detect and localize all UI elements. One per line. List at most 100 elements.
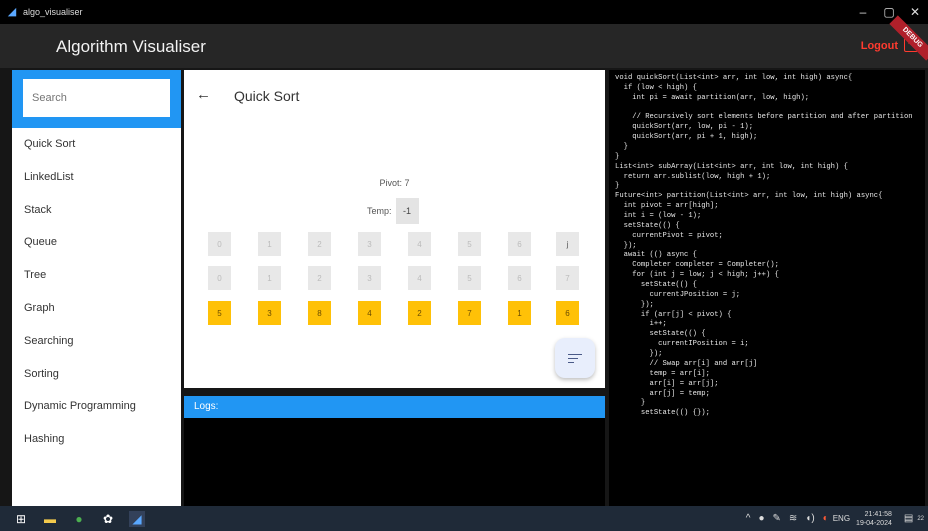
notification-icon[interactable]: ▤ — [904, 513, 913, 524]
sidebar: Quick Sort LinkedList Stack Queue Tree G… — [12, 70, 181, 506]
notification-count: 22 — [917, 515, 924, 522]
close-button[interactable]: ✕ — [900, 0, 928, 24]
index-cell: 7 — [556, 266, 579, 290]
code-line: int i = (low - 1); — [615, 212, 702, 221]
volume-icon[interactable]: ◖) — [805, 513, 814, 524]
sidebar-item-sorting[interactable]: Sorting — [12, 358, 181, 391]
sort-lines-icon — [568, 353, 582, 363]
chrome-icon[interactable]: ● — [71, 511, 87, 527]
window-title: algo_visualiser — [23, 7, 83, 17]
sidebar-item-graph[interactable]: Graph — [12, 292, 181, 325]
array-value-cell: 2 — [408, 301, 431, 325]
back-arrow-icon[interactable]: ← — [196, 86, 211, 103]
app-title: Algorithm Visualiser — [56, 37, 206, 56]
sidebar-item-linkedlist[interactable]: LinkedList — [12, 161, 181, 194]
wifi-icon[interactable]: ≋ — [789, 513, 797, 524]
clock-time: 21:41:58 — [864, 510, 892, 518]
j-pointer-cell: j — [556, 232, 579, 256]
code-line: arr[i] = arr[j]; — [615, 379, 719, 388]
code-line: setState(() {}); — [615, 409, 710, 418]
code-line: quickSort(arr, low, pi - 1); — [615, 123, 754, 132]
search-container — [12, 70, 181, 128]
code-line: }); — [615, 350, 663, 359]
windows-taskbar: ⊞ ▬ ● ✿ ◢ ^ ● ✎ ≋ ◖) ◐ ENG 21:41:58 19-0… — [0, 506, 928, 531]
code-line: temp = arr[i]; — [615, 369, 710, 378]
windows-start-icon[interactable]: ⊞ — [13, 511, 29, 527]
sort-menu-button[interactable] — [555, 338, 595, 378]
window-titlebar: ◢ algo_visualiser – ▢ ✕ — [0, 0, 928, 24]
sidebar-item-hashing[interactable]: Hashing — [12, 423, 181, 456]
temp-value: -1 — [395, 198, 419, 224]
app-window: ◢ algo_visualiser – ▢ ✕ Algorithm Visual… — [0, 0, 928, 531]
sidebar-item-quick-sort[interactable]: Quick Sort — [12, 128, 181, 161]
clock[interactable]: 21:41:58 19-04-2024 — [856, 510, 892, 528]
i-pointer-cell: 6 — [508, 232, 531, 256]
file-explorer-icon[interactable]: ▬ — [42, 511, 58, 527]
language-indicator[interactable]: ENG — [833, 514, 850, 523]
code-line: currentJPosition = j; — [615, 290, 741, 299]
array-value-cell: 7 — [458, 301, 481, 325]
antivirus-icon[interactable]: ◐ — [823, 513, 829, 524]
code-line: int pi = await partition(arr, low, high)… — [615, 93, 810, 102]
code-line: setState(() { — [615, 281, 697, 290]
index-cell: 5 — [458, 266, 481, 290]
code-line: Future<int> partition(List<int> arr, int… — [615, 192, 883, 201]
visualiser-panel: ← Quick Sort Pivot: 7 Temp: -1 0 1 2 3 4… — [184, 70, 605, 388]
flutter-app-icon[interactable]: ◢ — [129, 510, 145, 527]
array-value-cell: 8 — [308, 301, 331, 325]
code-line: // Recursively sort elements before part… — [615, 113, 913, 122]
index-cell: 1 — [258, 266, 281, 290]
code-line: }); — [615, 300, 654, 309]
sidebar-item-tree[interactable]: Tree — [12, 259, 181, 292]
sidebar-item-stack[interactable]: Stack — [12, 194, 181, 227]
array-value-cell: 1 — [508, 301, 531, 325]
index-cell: 6 — [508, 266, 531, 290]
temp-label: Temp: — [367, 206, 392, 216]
sidebar-item-searching[interactable]: Searching — [12, 325, 181, 358]
code-line: i++; — [615, 320, 667, 329]
array-value-cell: 6 — [556, 301, 579, 325]
array-value-cell: 4 — [358, 301, 381, 325]
index-cell: 4 — [408, 266, 431, 290]
index-cell: 2 — [308, 266, 331, 290]
index-cell: 3 — [358, 266, 381, 290]
array-value-cell: 5 — [208, 301, 231, 325]
i-pointer-cell: 3 — [358, 232, 381, 256]
code-line: } — [615, 182, 620, 191]
code-line: // Swap arr[i] and arr[j] — [615, 359, 758, 368]
i-pointer-cell: 0 — [208, 232, 231, 256]
i-pointer-cell: 5 — [458, 232, 481, 256]
code-line: } — [615, 399, 646, 408]
temp-row: Temp: -1 — [367, 198, 419, 224]
code-line: if (low < high) { — [615, 83, 697, 92]
index-cell: 0 — [208, 266, 231, 290]
code-line: arr[j] = temp; — [615, 389, 710, 398]
search-input[interactable] — [23, 79, 170, 117]
code-line: quickSort(arr, pi + 1, high); — [615, 133, 758, 142]
code-line: void quickSort(List<int> arr, int low, i… — [615, 74, 853, 82]
code-line: List<int> subArray(List<int> arr, int lo… — [615, 162, 848, 171]
code-line: await (() async { — [615, 251, 697, 260]
code-line: return arr.sublist(low, high + 1); — [615, 172, 771, 181]
code-line: int pivot = arr[high]; — [615, 202, 719, 211]
code-line: if (arr[j] < pivot) { — [615, 310, 732, 319]
sidebar-item-queue[interactable]: Queue — [12, 226, 181, 259]
settings-icon[interactable]: ✿ — [100, 511, 116, 527]
sidebar-item-dynamic-programming[interactable]: Dynamic Programming — [12, 390, 181, 423]
tray-app-icon[interactable]: ● — [758, 513, 764, 524]
pen-icon[interactable]: ✎ — [773, 513, 781, 524]
logs-panel — [184, 418, 605, 506]
code-line: } — [615, 143, 628, 152]
i-pointer-cell: 4 — [408, 232, 431, 256]
code-line: setState(() { — [615, 221, 680, 230]
sidebar-menu: Quick Sort LinkedList Stack Queue Tree G… — [12, 128, 181, 456]
array-value-cell: 3 — [258, 301, 281, 325]
logout-button[interactable]: Logout — [861, 40, 898, 52]
code-line: currentIPosition = i; — [615, 340, 749, 349]
chevron-up-icon[interactable]: ^ — [746, 513, 751, 524]
code-panel: void quickSort(List<int> arr, int low, i… — [609, 70, 925, 506]
i-pointer-cell: 1 — [258, 232, 281, 256]
pivot-label: Pivot: 7 — [379, 178, 410, 188]
clock-date: 19-04-2024 — [856, 519, 892, 527]
